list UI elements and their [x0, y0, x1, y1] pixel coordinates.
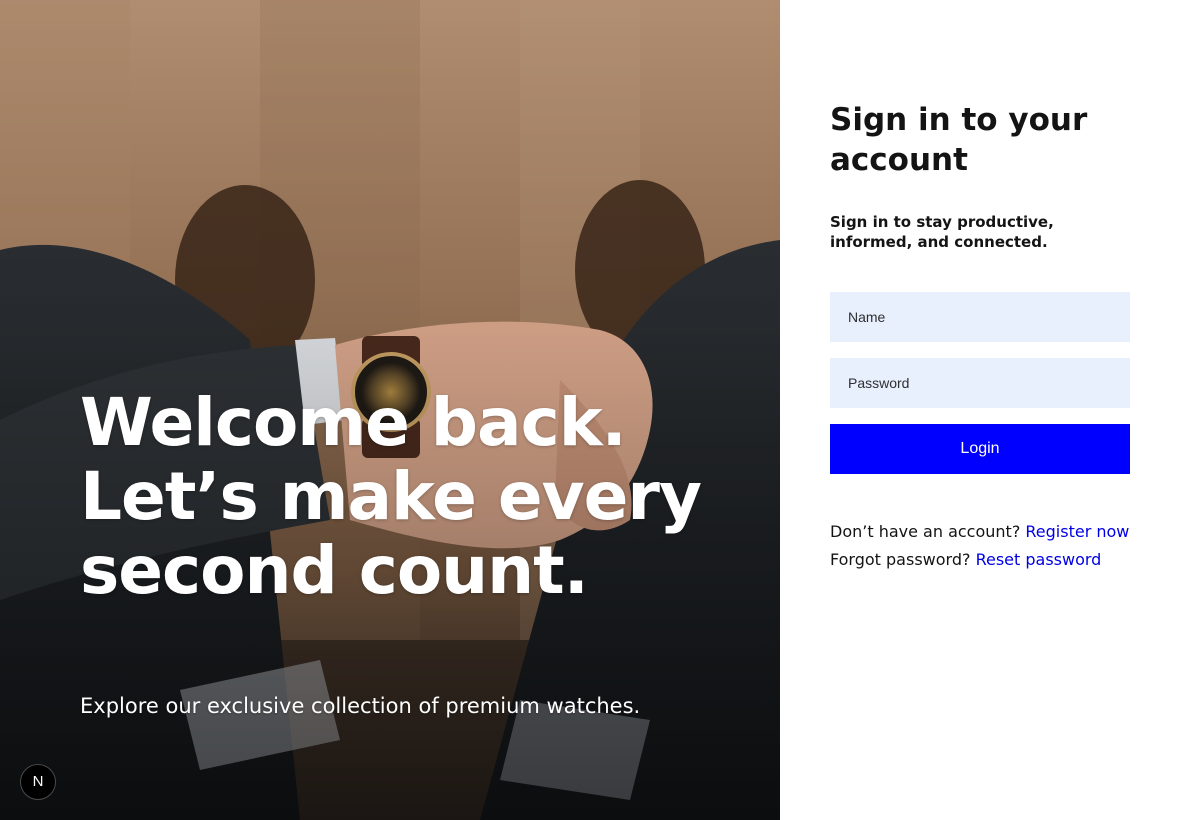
- name-input[interactable]: [830, 292, 1130, 342]
- reset-password-link[interactable]: Reset password: [976, 550, 1102, 569]
- password-input[interactable]: [830, 358, 1130, 408]
- sign-in-title: Sign in to your account: [830, 102, 1088, 178]
- reset-row: Forgot password? Reset password: [830, 549, 1150, 571]
- sign-in-panel: Sign in to your account Sign in to stay …: [780, 0, 1180, 820]
- sign-in-subtitle: Sign in to stay productive, informed, an…: [830, 213, 1054, 251]
- nextjs-dev-indicator-button[interactable]: N: [20, 764, 56, 800]
- register-now-link[interactable]: Register now: [1025, 522, 1129, 541]
- login-page: Welcome back. Let’s make every second co…: [0, 0, 1180, 820]
- hero-subline: Explore our exclusive collection of prem…: [80, 694, 641, 718]
- reset-prompt: Forgot password?: [830, 550, 971, 569]
- hero-panel: Welcome back. Let’s make every second co…: [0, 0, 780, 820]
- register-prompt: Don’t have an account?: [830, 522, 1021, 541]
- login-button[interactable]: Login: [830, 424, 1130, 474]
- hero-headline: Welcome back. Let’s make every second co…: [80, 384, 702, 609]
- register-row: Don’t have an account? Register now: [830, 521, 1150, 543]
